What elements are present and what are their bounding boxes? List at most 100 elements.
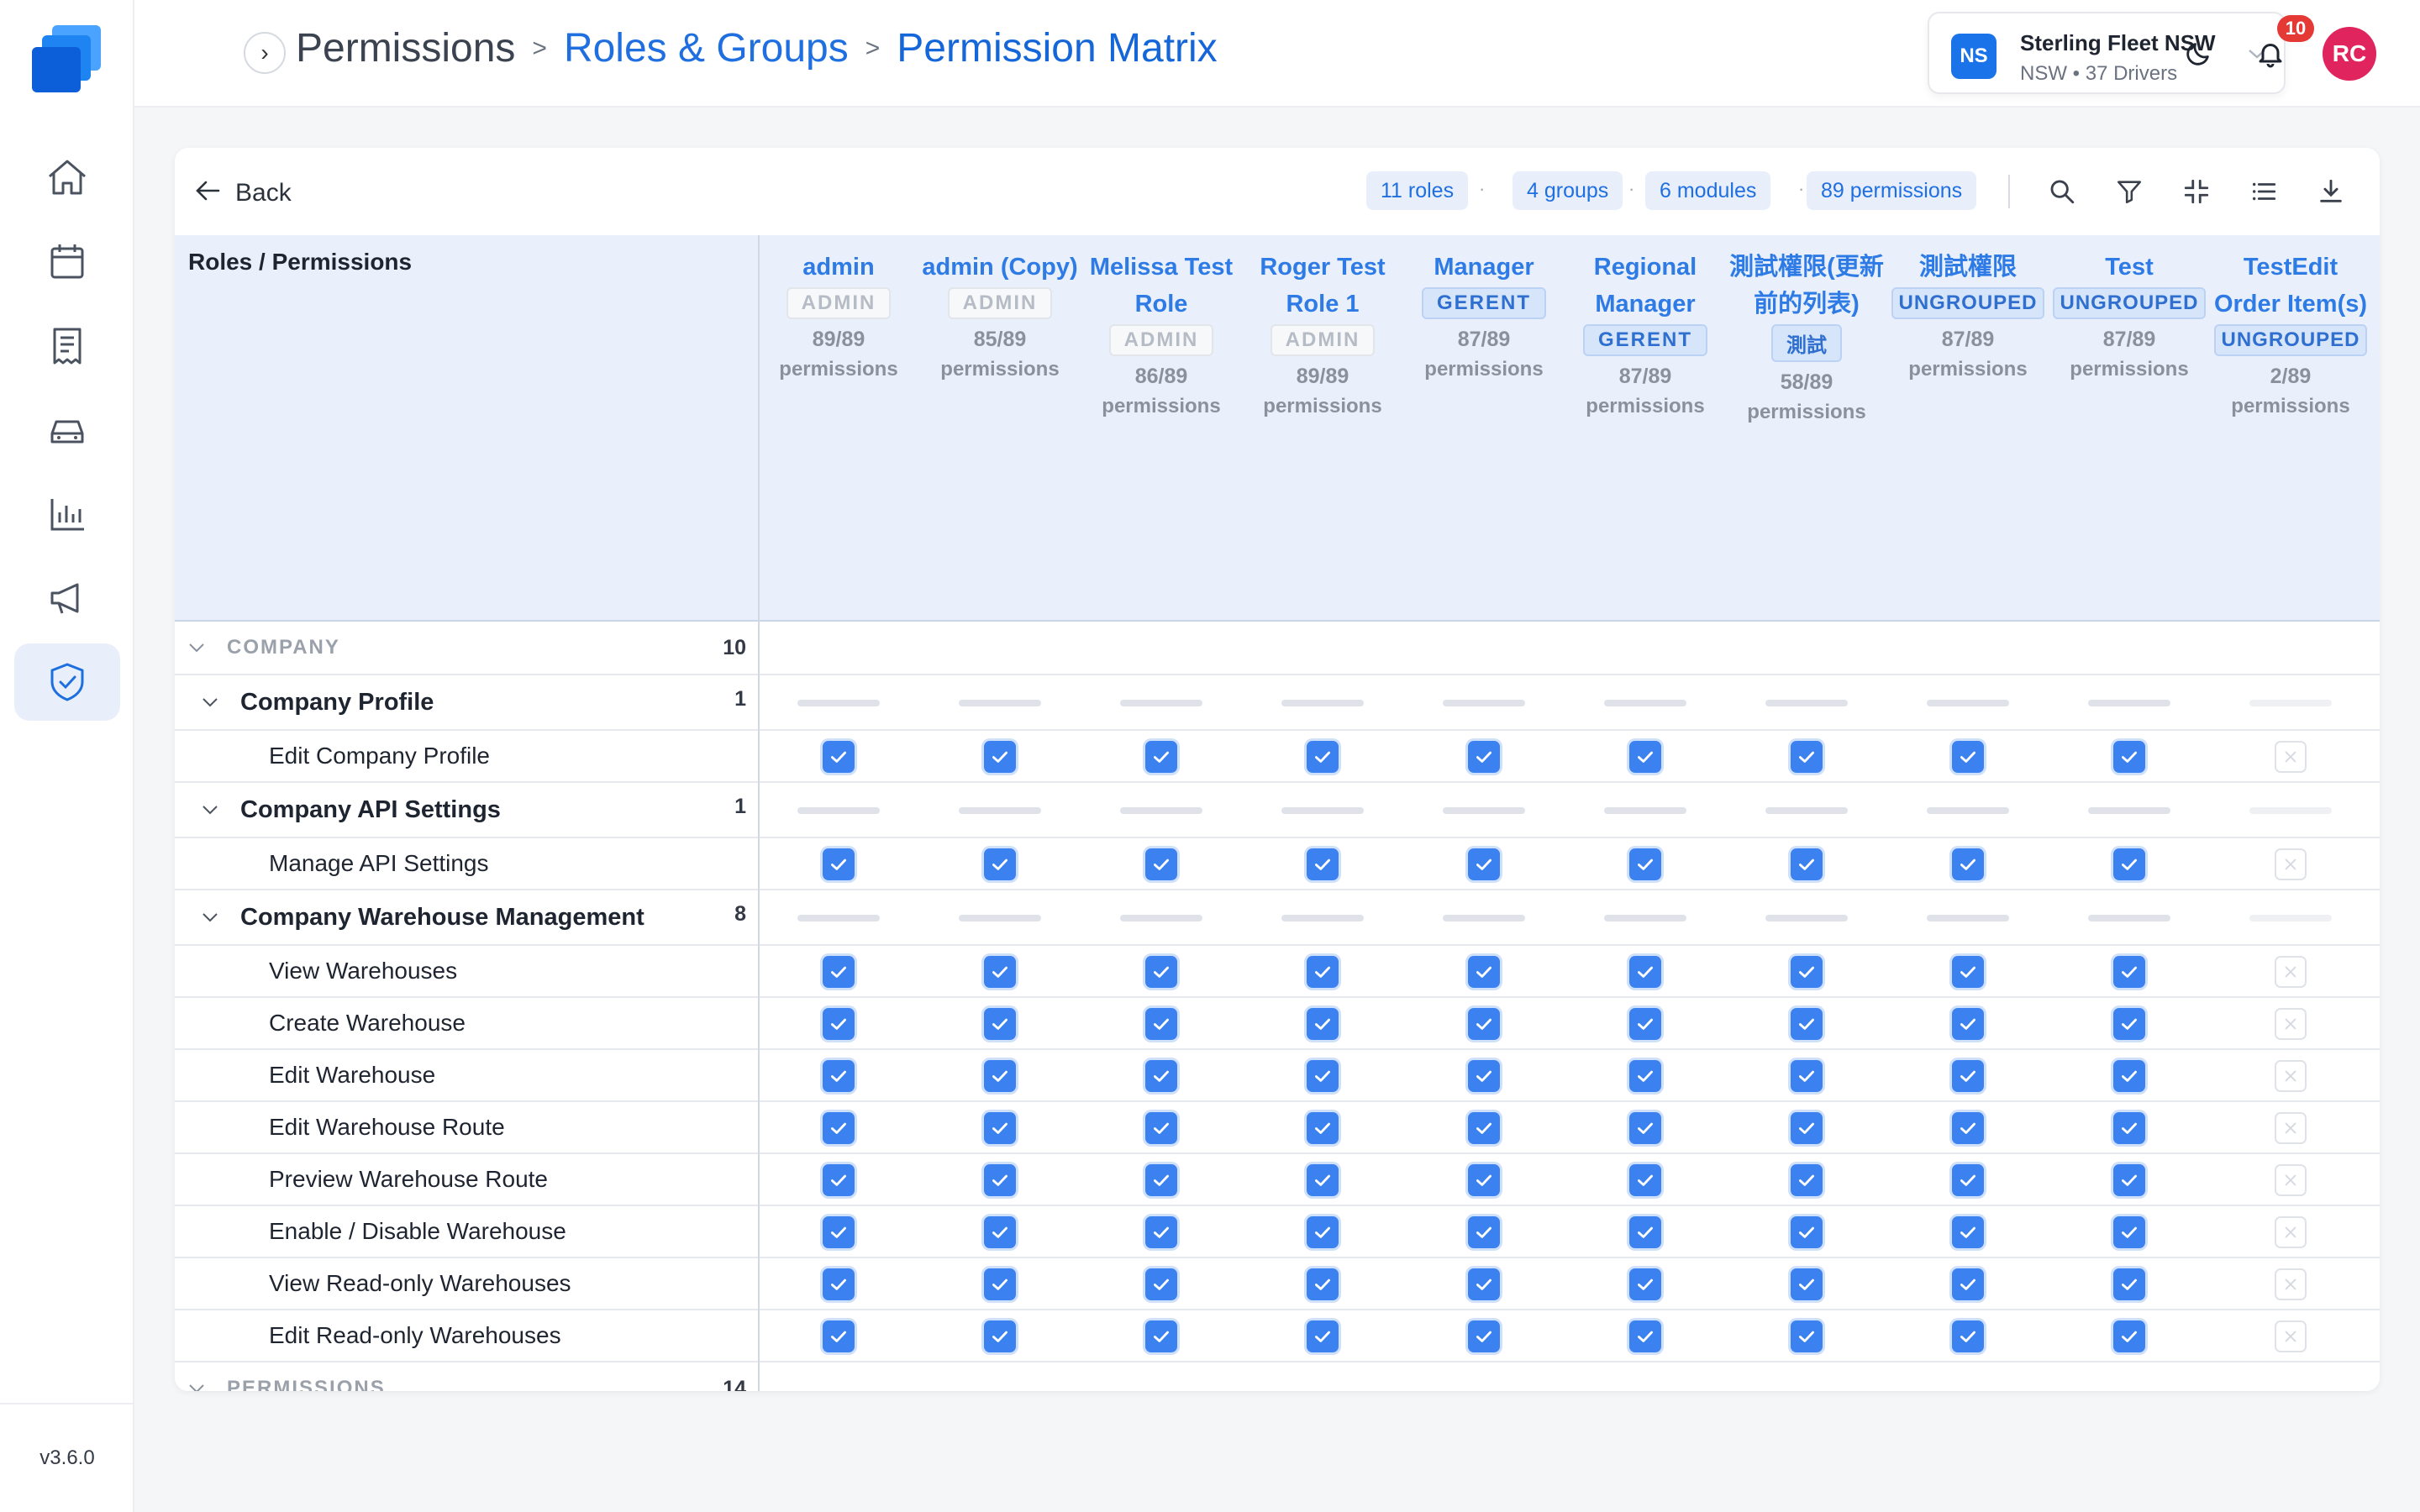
permission-checkbox-unchecked[interactable] bbox=[2275, 1060, 2307, 1092]
permission-checkbox-checked[interactable] bbox=[1629, 1216, 1661, 1248]
sidebar-item-vehicle[interactable] bbox=[14, 391, 120, 469]
permission-checkbox-unchecked[interactable] bbox=[2275, 741, 2307, 773]
permission-checkbox-unchecked[interactable] bbox=[2275, 1164, 2307, 1196]
permission-checkbox-checked[interactable] bbox=[1791, 741, 1823, 773]
permission-checkbox-checked[interactable] bbox=[1145, 1320, 1177, 1352]
permission-checkbox-checked[interactable] bbox=[823, 1112, 855, 1144]
permission-checkbox-checked[interactable] bbox=[1145, 1268, 1177, 1300]
permission-checkbox-checked[interactable] bbox=[1952, 1060, 1984, 1092]
permission-checkbox-checked[interactable] bbox=[984, 956, 1016, 988]
permission-checkbox-checked[interactable] bbox=[1307, 1320, 1339, 1352]
permission-checkbox-checked[interactable] bbox=[1145, 1216, 1177, 1248]
permission-checkbox-checked[interactable] bbox=[1145, 1164, 1177, 1196]
sidebar-item-orders[interactable] bbox=[14, 307, 120, 385]
role-column-header[interactable]: Roger Test Role 1 ADMIN 89/89 permissions bbox=[1242, 249, 1403, 422]
sidebar-item-shield-check[interactable] bbox=[14, 643, 120, 721]
permission-checkbox-checked[interactable] bbox=[1307, 1216, 1339, 1248]
permission-checkbox-checked[interactable] bbox=[2113, 1164, 2145, 1196]
permission-checkbox-checked[interactable] bbox=[1307, 1060, 1339, 1092]
user-avatar[interactable]: RC bbox=[2323, 27, 2376, 81]
permission-checkbox-unchecked[interactable] bbox=[2275, 1268, 2307, 1300]
permission-checkbox-checked[interactable] bbox=[984, 848, 1016, 880]
permission-checkbox-checked[interactable] bbox=[1468, 1216, 1500, 1248]
permission-checkbox-checked[interactable] bbox=[1468, 1060, 1500, 1092]
permission-group-row[interactable]: Company Warehouse Management 8 bbox=[175, 890, 2380, 946]
permission-checkbox-checked[interactable] bbox=[1629, 1164, 1661, 1196]
permission-checkbox-checked[interactable] bbox=[1468, 1112, 1500, 1144]
role-column-header[interactable]: 測試權限(更新前的列表) 測試 58/89 permissions bbox=[1726, 249, 1887, 428]
role-column-header[interactable]: Manager GERENT 87/89 permissions bbox=[1403, 249, 1565, 385]
permission-checkbox-unchecked[interactable] bbox=[2275, 1008, 2307, 1040]
permission-checkbox-checked[interactable] bbox=[1307, 1112, 1339, 1144]
permission-checkbox-checked[interactable] bbox=[1145, 1112, 1177, 1144]
permission-checkbox-checked[interactable] bbox=[823, 1320, 855, 1352]
permission-checkbox-unchecked[interactable] bbox=[2275, 1112, 2307, 1144]
permission-checkbox-checked[interactable] bbox=[1307, 848, 1339, 880]
permission-checkbox-checked[interactable] bbox=[1791, 1060, 1823, 1092]
permission-checkbox-checked[interactable] bbox=[984, 1060, 1016, 1092]
permission-checkbox-checked[interactable] bbox=[984, 1008, 1016, 1040]
permission-checkbox-checked[interactable] bbox=[1629, 741, 1661, 773]
permission-checkbox-checked[interactable] bbox=[2113, 741, 2145, 773]
permission-checkbox-checked[interactable] bbox=[2113, 848, 2145, 880]
permission-checkbox-unchecked[interactable] bbox=[2275, 1216, 2307, 1248]
permission-checkbox-checked[interactable] bbox=[1145, 848, 1177, 880]
permission-checkbox-checked[interactable] bbox=[823, 1216, 855, 1248]
sidebar-item-home[interactable] bbox=[14, 139, 120, 217]
permission-checkbox-checked[interactable] bbox=[2113, 1060, 2145, 1092]
permission-checkbox-unchecked[interactable] bbox=[2275, 956, 2307, 988]
permission-checkbox-checked[interactable] bbox=[1952, 1112, 1984, 1144]
permission-checkbox-checked[interactable] bbox=[1629, 1320, 1661, 1352]
role-column-header[interactable]: admin (Copy) ADMIN 85/89 permissions bbox=[919, 249, 1081, 385]
permission-checkbox-checked[interactable] bbox=[1307, 956, 1339, 988]
permission-checkbox-checked[interactable] bbox=[1952, 1164, 1984, 1196]
permission-checkbox-checked[interactable] bbox=[984, 1216, 1016, 1248]
permission-checkbox-checked[interactable] bbox=[1791, 1112, 1823, 1144]
permission-checkbox-checked[interactable] bbox=[984, 1112, 1016, 1144]
permission-checkbox-checked[interactable] bbox=[1952, 1320, 1984, 1352]
role-column-header[interactable]: Test UNGROUPED 87/89 permissions bbox=[2049, 249, 2210, 385]
permission-checkbox-checked[interactable] bbox=[1307, 1164, 1339, 1196]
permission-checkbox-checked[interactable] bbox=[2113, 1320, 2145, 1352]
permission-checkbox-checked[interactable] bbox=[1629, 956, 1661, 988]
permission-checkbox-checked[interactable] bbox=[1791, 1268, 1823, 1300]
app-logo[interactable] bbox=[30, 24, 104, 94]
permission-checkbox-checked[interactable] bbox=[1629, 848, 1661, 880]
breadcrumb-roles-groups[interactable]: Roles & Groups bbox=[564, 25, 849, 71]
dark-mode-toggle[interactable] bbox=[2178, 34, 2218, 74]
permission-checkbox-checked[interactable] bbox=[1629, 1060, 1661, 1092]
permission-checkbox-checked[interactable] bbox=[1468, 956, 1500, 988]
permission-checkbox-checked[interactable] bbox=[1952, 1268, 1984, 1300]
permission-checkbox-unchecked[interactable] bbox=[2275, 848, 2307, 880]
permission-checkbox-checked[interactable] bbox=[984, 1320, 1016, 1352]
collapse-icon[interactable] bbox=[2178, 173, 2215, 210]
role-column-header[interactable]: 測試權限 UNGROUPED 87/89 permissions bbox=[1887, 249, 2049, 385]
permission-checkbox-checked[interactable] bbox=[823, 1268, 855, 1300]
permission-checkbox-checked[interactable] bbox=[984, 1164, 1016, 1196]
permission-group-row[interactable]: Company Profile 1 bbox=[175, 675, 2380, 731]
permission-checkbox-checked[interactable] bbox=[2113, 1008, 2145, 1040]
permission-checkbox-checked[interactable] bbox=[984, 1268, 1016, 1300]
permission-checkbox-checked[interactable] bbox=[1952, 1008, 1984, 1040]
search-icon[interactable] bbox=[2044, 173, 2081, 210]
permission-checkbox-checked[interactable] bbox=[1791, 848, 1823, 880]
sidebar-item-reports[interactable] bbox=[14, 475, 120, 553]
role-column-header[interactable]: Regional Manager GERENT 87/89 permissions bbox=[1565, 249, 1726, 422]
permission-checkbox-checked[interactable] bbox=[1468, 1320, 1500, 1352]
role-column-header[interactable]: Melissa Test Role ADMIN 86/89 permissions bbox=[1081, 249, 1242, 422]
permission-checkbox-checked[interactable] bbox=[1145, 956, 1177, 988]
permission-checkbox-checked[interactable] bbox=[1468, 741, 1500, 773]
permission-group-row[interactable]: Company API Settings 1 bbox=[175, 783, 2380, 838]
permission-checkbox-checked[interactable] bbox=[823, 956, 855, 988]
permission-checkbox-checked[interactable] bbox=[1952, 848, 1984, 880]
permission-checkbox-checked[interactable] bbox=[1307, 1008, 1339, 1040]
permission-checkbox-checked[interactable] bbox=[1952, 741, 1984, 773]
permission-checkbox-checked[interactable] bbox=[984, 741, 1016, 773]
permission-checkbox-checked[interactable] bbox=[823, 1060, 855, 1092]
permission-checkbox-checked[interactable] bbox=[1629, 1112, 1661, 1144]
list-view-icon[interactable] bbox=[2245, 173, 2282, 210]
permission-checkbox-checked[interactable] bbox=[1791, 1164, 1823, 1196]
back-button[interactable]: Back bbox=[195, 176, 292, 209]
permission-checkbox-checked[interactable] bbox=[2113, 956, 2145, 988]
permission-checkbox-checked[interactable] bbox=[1629, 1008, 1661, 1040]
